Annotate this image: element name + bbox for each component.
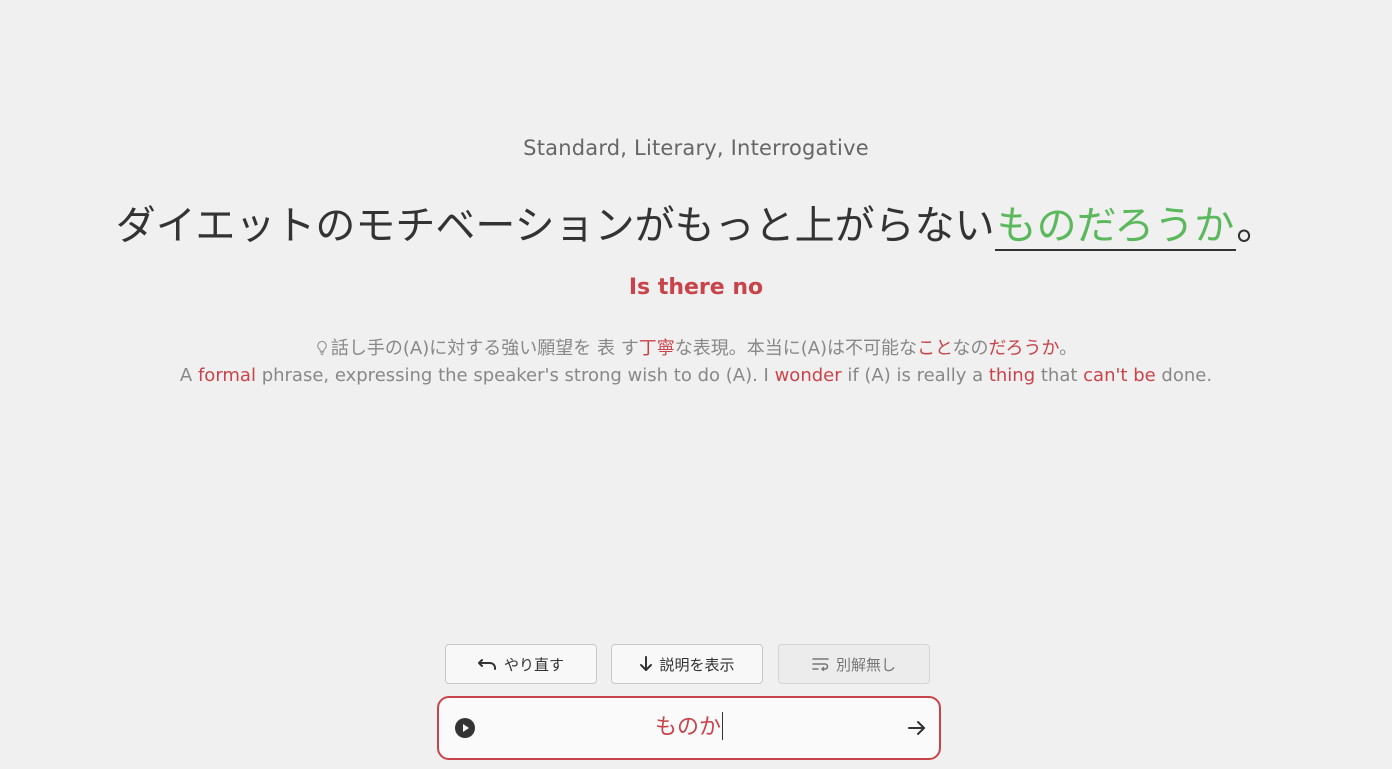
sentence-before: ダイエットのモチベーションがもっと上がらない [115,203,995,249]
explanation-jp-text: 。 [1059,338,1078,359]
play-audio-icon[interactable] [455,718,475,738]
explanation-en: A formal phrase, expressing the speaker'… [0,362,1392,389]
arrow-down-icon [640,656,653,671]
explanation-jp: 話し手の(A)に対する強い願望を 表 す丁寧な表現。本当に(A)は不可能なことな… [0,335,1392,362]
review-page: Standard, Literary, Interrogative ダイエットの… [0,0,1392,769]
explanation-en-text: A [179,365,198,386]
explanation-en-highlight: formal [197,365,256,386]
no-alternatives-label: 別解無し [835,655,896,674]
explanation-jp-highlight: だろうか [988,338,1060,359]
wrap-text-icon [812,658,829,671]
redo-label: やり直す [503,655,564,674]
explanation-en-highlight: wonder [774,365,842,386]
no-alternatives-button[interactable]: 別解無し [778,644,930,684]
explanation-en-highlight: can't be [1083,365,1156,386]
grammar-register: Standard, Literary, Interrogative [523,136,869,160]
explanation-jp-highlight: 丁寧 [638,338,675,359]
control-bar: やり直す 説明を表示 別解無し [445,644,933,686]
sentence-answer: ものだろうか [994,203,1237,251]
text-caret [722,712,723,740]
explanation-en-text: if (A) is really a [841,365,989,386]
undo-icon [477,659,496,670]
explanation-en-highlight: thing [988,365,1036,386]
lightbulb-icon [317,340,327,356]
explanation-en-text: phrase, expressing the speaker's strong … [255,365,775,386]
translation-hint: Is there no [628,275,764,300]
explanation-jp-highlight: こと [917,338,953,359]
explanation-jp-text: 話し手の(A)に対する強い願望を 表 す [330,338,639,359]
answer-box: ものか [437,696,941,760]
explanation-en-text: that [1035,365,1084,386]
explanation-en-text: done. [1155,365,1213,386]
redo-button[interactable]: やり直す [445,644,597,684]
explanation-jp-text: な表現。本当に(A)は不可能な [674,338,918,359]
sentence-after: 。 [1236,203,1277,249]
answer-value: ものか [654,715,721,740]
example-sentence: ダイエットのモチベーションがもっと上がらないものだろうか。 [0,196,1392,256]
show-explanation-button[interactable]: 説明を表示 [611,644,763,684]
explanation: 話し手の(A)に対する強い願望を 表 す丁寧な表現。本当に(A)は不可能なことな… [0,335,1392,389]
show-explanation-label: 説明を表示 [659,655,735,674]
answer-input[interactable]: ものか [499,710,879,746]
submit-arrow-icon[interactable] [907,718,927,738]
explanation-jp-text: なの [952,338,989,359]
